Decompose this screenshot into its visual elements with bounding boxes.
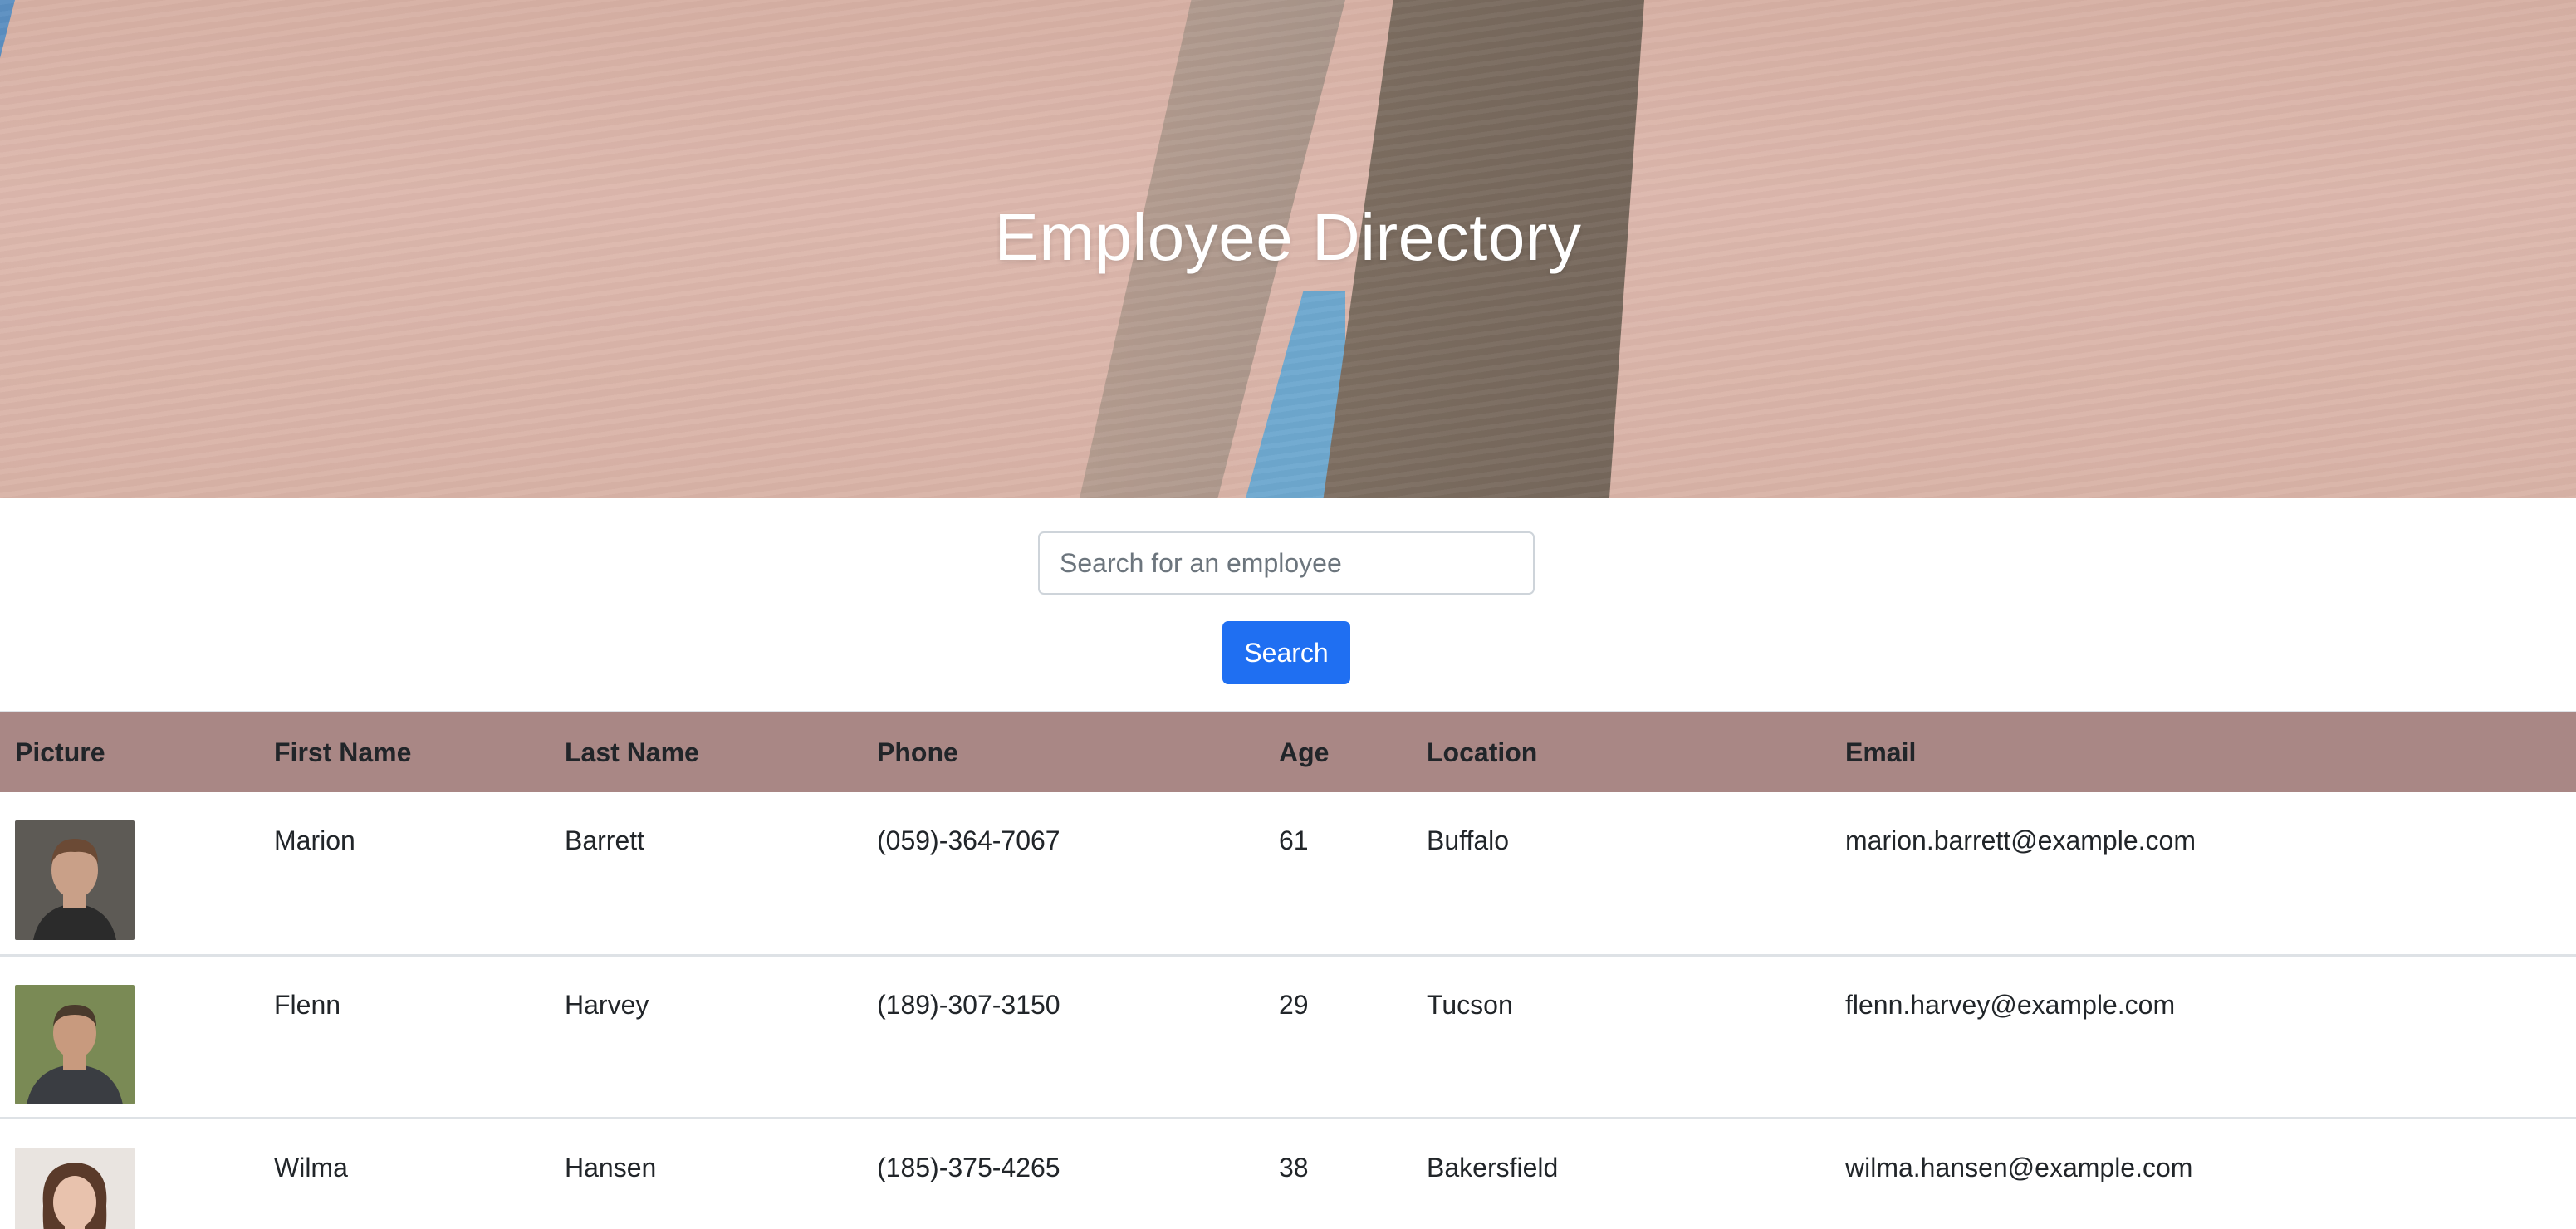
age-cell: 61 [1279,825,1309,855]
table-header-row: Picture First Name Last Name Phone Age L… [0,712,2576,792]
location-cell: Buffalo [1427,825,1510,855]
email-cell: flenn.harvey@example.com [1845,989,2176,1020]
phone-cell: (185)-375-4265 [877,1152,1060,1182]
column-header-phone[interactable]: Phone [862,712,1264,792]
last-name-cell: Hansen [565,1152,657,1182]
picture-cell [0,955,259,1118]
column-header-location[interactable]: Location [1412,712,1830,792]
employee-photo [15,984,135,1104]
last-name-cell: Barrett [565,825,645,855]
phone-cell: (189)-307-3150 [877,989,1060,1020]
divider [0,711,2576,712]
last-name-cell: Harvey [565,989,649,1020]
table-row: Wilma Hansen (185)-375-4265 38 Bakersfie… [0,1118,2576,1229]
employee-photo [15,1147,135,1229]
picture-cell [0,1118,259,1229]
column-header-last-name[interactable]: Last Name [550,712,862,792]
email-cell: marion.barrett@example.com [1845,825,2196,855]
column-header-age[interactable]: Age [1264,712,1412,792]
search-area: Search [0,498,2576,712]
column-header-email[interactable]: Email [1830,712,2576,792]
table-row: Flenn Harvey (189)-307-3150 29 Tucson fl… [0,955,2576,1118]
column-header-first-name[interactable]: First Name [259,712,550,792]
age-cell: 38 [1279,1152,1309,1182]
table-row: Marion Barrett (059)-364-7067 61 Buffalo… [0,792,2576,955]
email-cell: wilma.hansen@example.com [1845,1152,2193,1182]
picture-cell [0,792,259,955]
table-body: Marion Barrett (059)-364-7067 61 Buffalo… [0,792,2576,1229]
first-name-cell: Marion [274,825,355,855]
first-name-cell: Wilma [274,1152,348,1182]
column-header-picture[interactable]: Picture [0,712,259,792]
first-name-cell: Flenn [274,989,341,1020]
page-title: Employee Directory [994,200,1582,274]
hero-banner: Employee Directory [0,0,2576,498]
employee-table: Picture First Name Last Name Phone Age L… [0,712,2576,1229]
location-cell: Tucson [1427,989,1513,1020]
employee-photo [15,820,135,940]
table-header: Picture First Name Last Name Phone Age L… [0,712,2576,792]
phone-cell: (059)-364-7067 [877,825,1060,855]
search-button[interactable]: Search [1222,621,1350,684]
location-cell: Bakersfield [1427,1152,1559,1182]
age-cell: 29 [1279,989,1309,1020]
search-input[interactable] [1038,531,1535,595]
